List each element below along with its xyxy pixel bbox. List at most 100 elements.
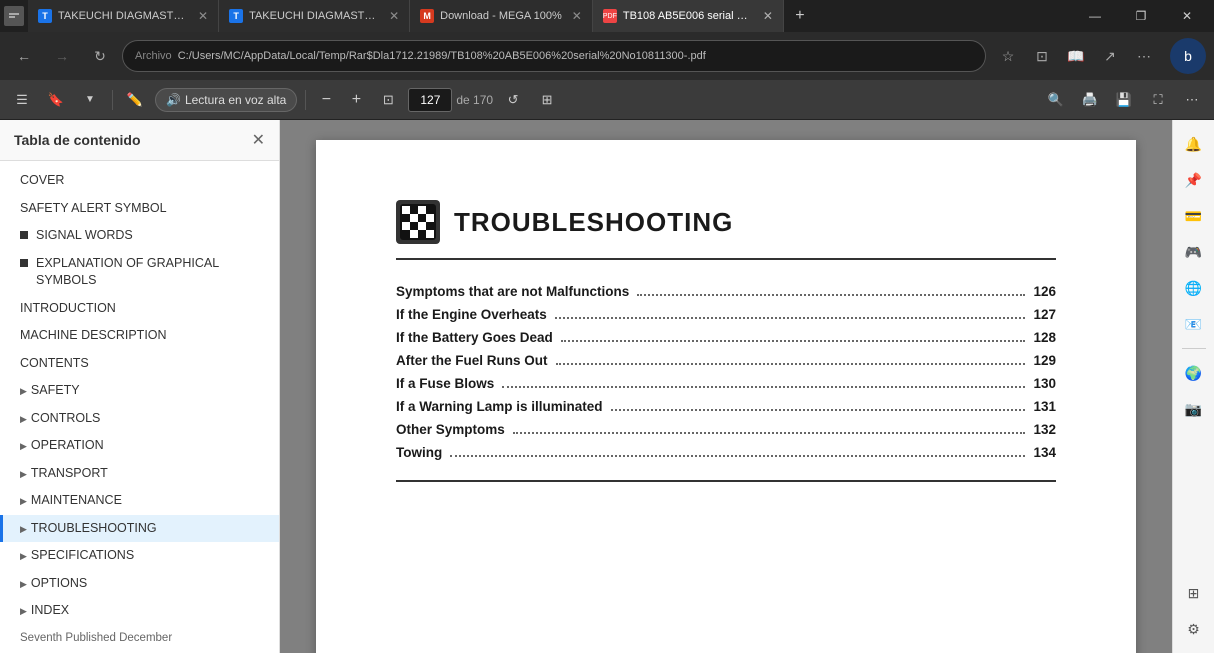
settings-btn[interactable]: ⋯ — [1128, 40, 1160, 72]
toc-row-3-page: 129 — [1033, 353, 1056, 368]
toc-item-specifications[interactable]: ▶ SPECIFICATIONS — [0, 542, 279, 570]
tab-3-close[interactable]: ✕ — [572, 9, 582, 23]
rs-screenshot-btn[interactable]: 📷 — [1178, 393, 1210, 425]
rs-settings-btn[interactable]: ⚙ — [1178, 613, 1210, 645]
toc-item-introduction[interactable]: INTRODUCTION — [0, 295, 279, 323]
split-btn[interactable]: ⊡ — [1026, 40, 1058, 72]
rs-edge-btn[interactable]: 🌐 — [1178, 272, 1210, 304]
toc-item-safety-alert[interactable]: SAFETY ALERT SYMBOL — [0, 195, 279, 223]
tab-1-close[interactable]: ✕ — [198, 9, 208, 23]
toc-item-maintenance[interactable]: ▶ MAINTENANCE — [0, 487, 279, 515]
toc-label-troubleshooting: TROUBLESHOOTING — [31, 520, 265, 538]
tab-3[interactable]: M Download - MEGA 100% ✕ — [410, 0, 593, 32]
chevron-down-btn[interactable]: ▼ — [76, 86, 104, 114]
hamburger-menu[interactable]: ☰ — [8, 86, 36, 114]
toc-row-2-label: If the Battery Goes Dead — [396, 330, 553, 345]
rs-wallet-btn[interactable]: 💳 — [1178, 200, 1210, 232]
toc-label-safety-alert: SAFETY ALERT SYMBOL — [20, 200, 265, 218]
rs-notifications-btn[interactable]: 🔔 — [1178, 128, 1210, 160]
page-nav: 127 de 170 — [408, 88, 493, 112]
toc-label-safety: SAFETY — [31, 382, 265, 400]
tab-2-favicon: T — [229, 9, 243, 23]
toc-row-4-dots — [502, 386, 1025, 388]
tab-2-close[interactable]: ✕ — [389, 9, 399, 23]
address-input[interactable]: Archivo C:/Users/MC/AppData/Local/Temp/R… — [122, 40, 986, 72]
toc-row-0-page: 126 — [1033, 284, 1056, 299]
zoom-out-btn[interactable]: − — [314, 88, 338, 112]
toc-item-explanation[interactable]: EXPLANATION OF GRAPHICAL SYMBOLS — [0, 250, 279, 295]
two-page-btn[interactable]: ⊞ — [533, 86, 561, 114]
zoom-in-btn[interactable]: + — [344, 88, 368, 112]
favorites-button[interactable]: ☆ — [992, 40, 1024, 72]
toc-item-safety[interactable]: ▶ SAFETY — [0, 377, 279, 405]
expand-btn[interactable]: ⛶ — [1144, 86, 1172, 114]
tab-4-close[interactable]: ✕ — [763, 9, 773, 23]
back-button[interactable]: ← — [8, 40, 40, 72]
tab-1[interactable]: T TAKEUCHI DIAGMASTER ENGINE ✕ — [28, 0, 219, 32]
app-icon — [4, 6, 24, 26]
rs-translate-btn[interactable]: 🌍 — [1178, 357, 1210, 389]
rs-outlook-btn[interactable]: 📧 — [1178, 308, 1210, 340]
share-btn[interactable]: ↗ — [1094, 40, 1126, 72]
page-input[interactable]: 127 — [408, 88, 452, 112]
window-controls: — ❐ ✕ — [1072, 0, 1210, 32]
toc-item-contents[interactable]: CONTENTS — [0, 350, 279, 378]
draw-btn[interactable]: ✏️ — [121, 86, 149, 114]
more-options-btn[interactable]: ⋯ — [1178, 86, 1206, 114]
main-area: Tabla de contenido ✕ COVER SAFETY ALERT … — [0, 120, 1214, 653]
toc-label-specifications: SPECIFICATIONS — [31, 547, 265, 565]
rs-games-btn[interactable]: 🎮 — [1178, 236, 1210, 268]
arrow-specifications: ▶ — [20, 550, 27, 563]
rs-collections-btn[interactable]: 📌 — [1178, 164, 1210, 196]
arrow-controls: ▶ — [20, 413, 27, 426]
toc-row-4-page: 130 — [1033, 376, 1056, 391]
tab-3-favicon: M — [420, 9, 434, 23]
reader-btn[interactable]: 📖 — [1060, 40, 1092, 72]
toc-row-7-label: Towing — [396, 445, 442, 460]
new-tab-button[interactable]: + — [784, 0, 816, 32]
pdf-area[interactable]: TROUBLESHOOTING Symptoms that are not Ma… — [280, 120, 1172, 653]
toc-item-machine-desc[interactable]: MACHINE DESCRIPTION — [0, 322, 279, 350]
refresh-button[interactable]: ↻ — [84, 40, 116, 72]
toc-row-3-dots — [556, 363, 1026, 365]
toc-item-index[interactable]: ▶ INDEX — [0, 597, 279, 625]
toc-content: Symptoms that are not Malfunctions 126 I… — [396, 280, 1056, 464]
sidebar-close-button[interactable]: ✕ — [252, 130, 265, 150]
page-title-main: TROUBLESHOOTING — [454, 207, 733, 238]
toc-item-signal-words[interactable]: SIGNAL WORDS — [0, 222, 279, 250]
rotate-btn[interactable]: ↺ — [499, 86, 527, 114]
toc-label-options: OPTIONS — [31, 575, 265, 593]
print-btn[interactable]: 🖨️ — [1076, 86, 1104, 114]
minimize-button[interactable]: — — [1072, 0, 1118, 32]
arrow-maintenance: ▶ — [20, 495, 27, 508]
tab-1-label: TAKEUCHI DIAGMASTER ENGINE — [58, 10, 188, 22]
toc-item-cover[interactable]: COVER — [0, 167, 279, 195]
tab-4[interactable]: PDF TB108 AB5E006 serial No10811300 ✕ — [593, 0, 784, 32]
toc-row-4-label: If a Fuse Blows — [396, 376, 494, 391]
search-btn[interactable]: 🔍 — [1042, 86, 1070, 114]
toc-item-transport[interactable]: ▶ TRANSPORT — [0, 460, 279, 488]
close-button[interactable]: ✕ — [1164, 0, 1210, 32]
toc-row-7-page: 134 — [1033, 445, 1056, 460]
bookmarks-btn[interactable]: 🔖 — [42, 86, 70, 114]
sidebar-header: Tabla de contenido ✕ — [0, 120, 279, 161]
toc-item-options[interactable]: ▶ OPTIONS — [0, 570, 279, 598]
forward-button[interactable]: → — [46, 40, 78, 72]
rs-layout-btn[interactable]: ⊞ — [1178, 577, 1210, 609]
toc-row-3-label: After the Fuel Runs Out — [396, 353, 548, 368]
maximize-button[interactable]: ❐ — [1118, 0, 1164, 32]
bottom-rule — [396, 480, 1056, 482]
arrow-troubleshooting: ▶ — [20, 523, 27, 536]
fit-page-btn[interactable]: ⊡ — [374, 86, 402, 114]
toc-item-operation[interactable]: ▶ OPERATION — [0, 432, 279, 460]
toc-item-troubleshooting[interactable]: ▶ TROUBLESHOOTING — [0, 515, 279, 543]
read-aloud-button[interactable]: 🔊 Lectura en voz alta — [155, 88, 297, 112]
toc-row-6-page: 132 — [1033, 422, 1056, 437]
save-btn[interactable]: 💾 — [1110, 86, 1138, 114]
toc-row-4: If a Fuse Blows 130 — [396, 372, 1056, 395]
address-actions: ☆ ⊡ 📖 ↗ ⋯ — [992, 40, 1160, 72]
toc-item-controls[interactable]: ▶ CONTROLS — [0, 405, 279, 433]
protocol-label: Archivo — [135, 50, 172, 62]
edge-copilot-btn[interactable]: b — [1170, 38, 1206, 74]
tab-2[interactable]: T TAKEUCHI DIAGMASTER ENGINE ✕ — [219, 0, 410, 32]
